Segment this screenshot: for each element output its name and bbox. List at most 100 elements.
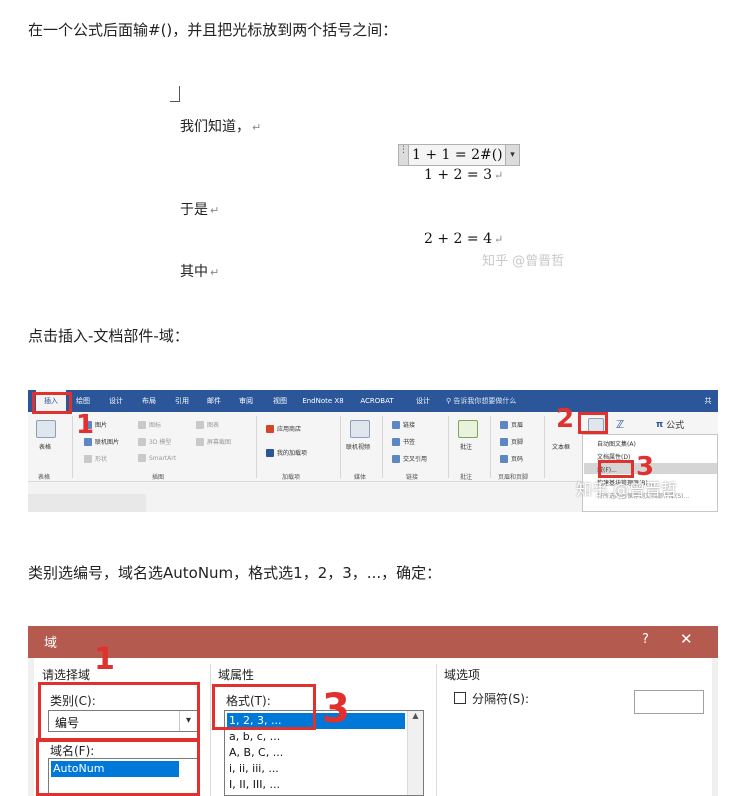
cross-reference-icon	[392, 454, 400, 463]
footer-button[interactable]: 页脚	[500, 437, 523, 446]
3d-models-button[interactable]: 3D 模型	[138, 437, 171, 446]
equation-1[interactable]: 1 + 1 = 2#()	[412, 147, 503, 163]
annotation-number-2: 2	[556, 404, 575, 434]
equation-options-chevron-down-icon[interactable]: ▾	[505, 145, 519, 165]
comment-icon[interactable]	[458, 420, 478, 438]
tab-endnote[interactable]: EndNote X8	[300, 390, 346, 412]
tab-acrobat[interactable]: ACROBAT	[356, 390, 398, 412]
format-list-scrollbar[interactable]: ▲	[407, 711, 423, 795]
dialog-title: 域	[44, 636, 58, 651]
link-button[interactable]: 链接	[392, 420, 415, 429]
separator-input[interactable]	[634, 690, 704, 714]
icons-icon	[138, 420, 146, 429]
pi-icon: π	[656, 419, 664, 430]
close-icon[interactable]: ✕	[680, 630, 693, 648]
smartart-button[interactable]: SmartArt	[138, 454, 176, 462]
equation-3: 2 + 2 = 4 ↵	[424, 231, 504, 247]
tab-references[interactable]: 引用	[171, 390, 193, 412]
annotation-box-field-name	[36, 738, 200, 796]
screenshot-button[interactable]: 屏幕截图	[196, 437, 231, 446]
cube-icon	[138, 437, 146, 446]
separator-label: 分隔符(S):	[472, 692, 530, 706]
ribbon-tab-bar: 插入 绘图 设计 布局 引用 邮件 审阅 视图 EndNote X8 ACROB…	[28, 390, 718, 412]
tab-draw[interactable]: 绘图	[72, 390, 94, 412]
footer-icon	[500, 437, 508, 446]
addins-icon	[266, 448, 274, 457]
tell-me-search[interactable]: ⚲ 告诉我你想要做什么	[446, 390, 516, 412]
store-button[interactable]: 应用商店	[266, 424, 301, 433]
table-button-label[interactable]: 表格	[39, 442, 51, 451]
choose-field-header: 请选择域	[42, 668, 91, 682]
equation-handle-icon[interactable]: ⋮	[399, 145, 409, 165]
field-dialog: 域 ? ✕ 请选择域 类别(C): 编号 ▾ 域名(F): AutoNum 域属…	[28, 626, 718, 796]
equation-2: 1 + 2 = 3 ↵	[424, 167, 504, 183]
group-label-media: 媒体	[354, 474, 367, 481]
format-item[interactable]: a, b, c, ...	[227, 729, 280, 745]
doc-line-3: 其中 ↵	[180, 264, 220, 280]
watermark-text: 知乎 @曾晋哲	[482, 254, 565, 269]
group-label-comments: 批注	[460, 474, 473, 481]
step1-instruction: 在一个公式后面输#()，并且把光标放到两个括号之间：	[28, 21, 398, 39]
screenshot-icon	[196, 437, 204, 446]
group-label-addins: 加载项	[282, 474, 301, 481]
divider	[210, 664, 211, 796]
bookmark-icon	[392, 437, 400, 446]
comment-button[interactable]: 批注	[460, 442, 472, 451]
format-item[interactable]: i, ii, iii, ...	[227, 761, 279, 777]
dialog-title-bar: 域 ? ✕	[28, 626, 718, 658]
tab-design[interactable]: 设计	[105, 390, 127, 412]
group-label-tables: 表格	[38, 474, 51, 481]
tab-layout[interactable]: 布局	[138, 390, 160, 412]
annotation-box-format	[212, 684, 316, 730]
group-label-illustrations: 插图	[152, 474, 165, 481]
textbox-button[interactable]: 文本框	[552, 442, 570, 451]
group-divider	[72, 416, 73, 478]
group-divider	[544, 416, 545, 478]
group-label-links: 链接	[406, 474, 419, 481]
share-button[interactable]: 共	[700, 390, 716, 412]
signature-line-icon[interactable]: ℤ	[616, 418, 624, 431]
tab-view[interactable]: 视图	[269, 390, 291, 412]
group-label-header-footer: 页眉和页脚	[498, 474, 529, 481]
format-item[interactable]: I, II, III, ...	[227, 777, 280, 793]
help-button[interactable]: ?	[642, 632, 649, 647]
video-icon[interactable]	[350, 420, 370, 438]
paragraph-mark: ↵	[252, 121, 262, 134]
divider	[436, 664, 437, 796]
page-number-button[interactable]: 页码	[500, 454, 523, 463]
store-icon	[266, 424, 274, 433]
icons-button[interactable]: 图标	[138, 420, 161, 429]
step3-instruction: 类别选编号，域名选AutoNum，格式选1，2，3，...，确定：	[28, 564, 442, 582]
bookmark-button[interactable]: 书签	[392, 437, 415, 446]
word-ribbon: 插入 绘图 设计 布局 引用 邮件 审阅 视图 EndNote X8 ACROB…	[28, 390, 718, 512]
doc-line-2: 于是 ↵	[180, 202, 220, 218]
annotation-number-1: 1	[76, 410, 95, 440]
header-button[interactable]: 页眉	[500, 420, 523, 429]
header-icon	[500, 420, 508, 429]
doc-line-1: 我们知道， ↵	[180, 119, 262, 135]
separator-checkbox[interactable]	[454, 692, 466, 704]
menu-item-autotext[interactable]: 自动图文集(A)	[597, 439, 636, 448]
tab-review[interactable]: 审阅	[235, 390, 257, 412]
cross-reference-button[interactable]: 交叉引用	[392, 454, 427, 463]
online-video-button[interactable]: 联机视频	[346, 442, 370, 451]
tab-mailings[interactable]: 邮件	[203, 390, 225, 412]
format-item[interactable]: A, B, C, ...	[227, 745, 283, 761]
page-number-icon	[500, 454, 508, 463]
text-boundary-mark	[170, 86, 180, 102]
equation-button[interactable]: π 公式	[656, 418, 684, 432]
annotation-box-insert-tab	[32, 392, 72, 414]
group-divider	[256, 416, 257, 478]
shapes-icon	[84, 454, 92, 463]
step2-instruction: 点击插入-文档部件-域：	[28, 327, 189, 345]
chart-icon	[196, 420, 204, 429]
chevron-up-icon[interactable]: ▲	[412, 711, 418, 720]
annotation-number-1: 1	[94, 642, 115, 677]
my-addins-button[interactable]: 我的加载项	[266, 448, 307, 457]
chart-button[interactable]: 图表	[196, 420, 219, 429]
shapes-button[interactable]: 形状	[84, 454, 107, 463]
tab-equation-design[interactable]: 设计	[411, 390, 435, 412]
table-icon[interactable]	[36, 420, 56, 438]
annotation-box-quick-parts	[578, 412, 608, 434]
link-icon	[392, 420, 400, 429]
